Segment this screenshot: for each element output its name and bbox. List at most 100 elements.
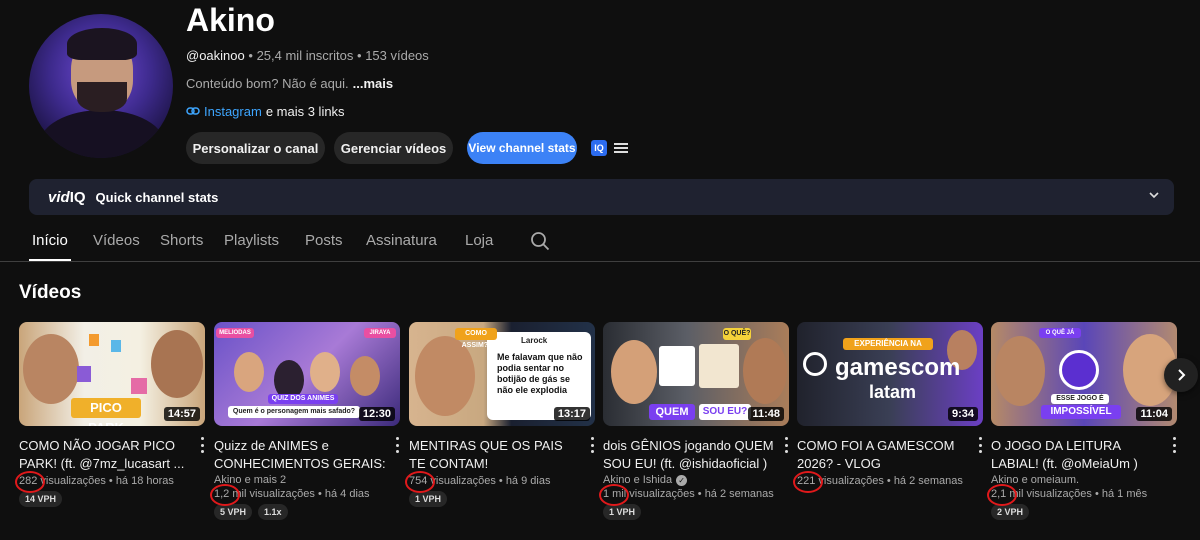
video-thumbnail[interactable]: MELIODAS JIRAYA QUIZ DOS ANIMES Quem é o… [214,322,400,426]
thumbnail-tag: EXPERIÊNCIA NA [843,338,933,350]
video-duration: 11:48 [748,407,784,421]
tab-videos[interactable]: Vídeos [93,232,140,249]
video-author[interactable]: Akino e omeiaum. [991,474,1177,486]
thumbnail-tag: ESSE JOGO É [1051,394,1109,404]
thumbnail-text: Me falavam que não podia sentar no botij… [497,352,583,395]
video-card[interactable]: EXPERIÊNCIA NA gamescom latam 9:34 COMO … [797,322,983,487]
video-duration: 13:17 [553,407,590,421]
channel-handle: @oakinoo [186,48,245,63]
video-age: há 2 semanas [704,488,774,500]
tab-shorts[interactable]: Shorts [160,232,203,249]
video-title[interactable]: COMO FOI A GAMESCOM 2026? - VLOG [797,437,969,473]
multiplier-badge: 1.1x [258,504,288,520]
view-channel-stats-button[interactable]: View channel stats [467,132,577,164]
thumbnail-tag: O QUÊ JÁ [1039,328,1081,338]
thumbnail-text: gamescom [835,354,961,381]
manage-videos-button[interactable]: Gerenciar vídeos [334,132,453,164]
menu-icon[interactable] [614,140,628,156]
video-card[interactable]: O QUÊ JÁ ESSE JOGO É IMPOSSÍVEL 11:04 O … [991,322,1177,520]
tab-loja[interactable]: Loja [465,232,493,249]
verified-icon: ✓ [676,474,688,486]
video-card[interactable]: O QUÊ? QUEM SOU EU? 11:48 dois GÊNIOS jo… [603,322,789,520]
video-card[interactable]: MELIODAS JIRAYA QUIZ DOS ANIMES Quem é o… [214,322,400,520]
channel-links[interactable]: Instagram e mais 3 links [186,104,345,119]
video-stats: 1 mil visualizações • há 2 semanas [603,488,774,500]
more-options-icon[interactable] [977,437,983,453]
video-count: 153 vídeos [365,48,429,63]
video-duration: 14:57 [163,407,200,421]
tab-inicio[interactable]: Início [32,232,68,249]
tab-posts[interactable]: Posts [305,232,343,249]
separator: • [357,48,362,63]
vidiq-title: Quick channel stats [95,189,219,205]
thumbnail-text: PICO PARK [71,398,141,426]
view-count: 282 [19,475,38,487]
vph-badge: 5 VPH [214,504,253,520]
video-stats: 221 visualizações • há 2 semanas [797,475,963,487]
thumbnail-tag: COMO ASSIM?! [455,328,497,349]
tab-assinatura[interactable]: Assinatura [366,232,437,249]
video-thumbnail[interactable]: O QUÊ? QUEM SOU EU? 11:48 [603,322,789,426]
more-options-icon[interactable] [589,437,595,453]
vidiq-quick-stats-bar[interactable]: vidIQ Quick channel stats [29,179,1174,215]
thumbnail-text-2: latam [869,382,917,402]
thumbnail-text: QUIZ DOS ANIMES [268,394,338,404]
video-author[interactable]: Akino e mais 2 [214,474,400,486]
thumbnail-subtext: Quem é o personagem mais safado? [228,406,360,418]
video-age: há 2 semanas [893,475,963,487]
video-age: há 9 dias [505,475,551,487]
video-title[interactable]: dois GÊNIOS jogando QUEM SOU EU! (ft. @i… [603,437,775,473]
view-count: 754 [409,475,428,487]
instagram-link[interactable]: Instagram [204,104,262,119]
chevron-down-icon[interactable] [1148,189,1160,204]
link-icon [186,104,200,119]
chevron-right-icon[interactable] [1164,358,1198,392]
video-stats: 282 visualizações • há 18 horas [19,475,174,487]
channel-name: Akino [186,2,275,38]
channel-meta: @oakinoo • 25,4 mil inscritos • 153 víde… [186,48,429,63]
search-icon[interactable] [530,231,550,251]
video-thumbnail[interactable]: O QUÊ JÁ ESSE JOGO É IMPOSSÍVEL 11:04 [991,322,1177,426]
video-thumbnail[interactable]: PICO PARK 14:57 [19,322,205,426]
channel-avatar[interactable] [29,14,173,158]
customize-channel-button[interactable]: Personalizar o canal [186,132,325,164]
video-title[interactable]: COMO NÃO JOGAR PICO PARK! (ft. @7mz_luca… [19,437,191,473]
video-age: há 18 horas [115,475,174,487]
more-options-icon[interactable] [199,437,205,453]
video-title[interactable]: Quizz de ANIMES e CONHECIMENTOS GERAIS: … [214,437,386,473]
active-tab-indicator [29,259,71,261]
vph-badge: 1 VPH [409,491,448,507]
more-options-icon[interactable] [783,437,789,453]
channel-tabs: Início Vídeos Shorts Playlists Posts Ass… [0,224,1200,262]
description-text: Conteúdo bom? Não é aqui. [186,76,349,91]
view-count: 2,1 mil [991,488,1024,500]
thumbnail-tag: O QUÊ? [723,328,751,340]
channel-description[interactable]: Conteúdo bom? Não é aqui. ...mais [186,76,393,91]
view-count: 1 mil [603,488,627,500]
thumbnail-tag: MELIODAS [216,328,254,338]
video-title[interactable]: O JOGO DA LEITURA LABIAL! (ft. @oMeiaUm … [991,437,1163,473]
vph-badge: 1 VPH [603,504,642,520]
vidiq-logo: vidIQ [48,188,86,206]
tab-playlists[interactable]: Playlists [224,232,279,249]
video-card[interactable]: COMO ASSIM?! Larock Me falavam que não p… [409,322,595,507]
video-age: há 4 dias [324,488,370,500]
more-options-icon[interactable] [394,437,400,453]
video-thumbnail[interactable]: COMO ASSIM?! Larock Me falavam que não p… [409,322,595,426]
more-options-icon[interactable] [1171,437,1177,453]
video-duration: 11:04 [1136,407,1172,421]
video-title[interactable]: MENTIRAS QUE OS PAIS TE CONTAM! [409,437,581,473]
more-link[interactable]: ...mais [353,76,393,91]
view-count: 221 [797,475,816,487]
video-stats: 754 visualizações • há 9 dias [409,475,551,487]
thumbnail-user: Larock [521,336,548,345]
video-duration: 9:34 [947,407,978,421]
video-thumbnail[interactable]: EXPERIÊNCIA NA gamescom latam 9:34 [797,322,983,426]
vidiq-icon[interactable]: IQ [591,140,607,156]
video-card[interactable]: PICO PARK 14:57 COMO NÃO JOGAR PICO PARK… [19,322,205,507]
video-stats: 2,1 mil visualizações • há 1 mês [991,488,1148,500]
more-links[interactable]: e mais 3 links [266,104,345,119]
thumbnail-text: IMPOSSÍVEL [1041,405,1121,419]
video-author[interactable]: Akino e Ishida ✓ [603,474,789,486]
video-duration: 12:30 [358,407,395,421]
